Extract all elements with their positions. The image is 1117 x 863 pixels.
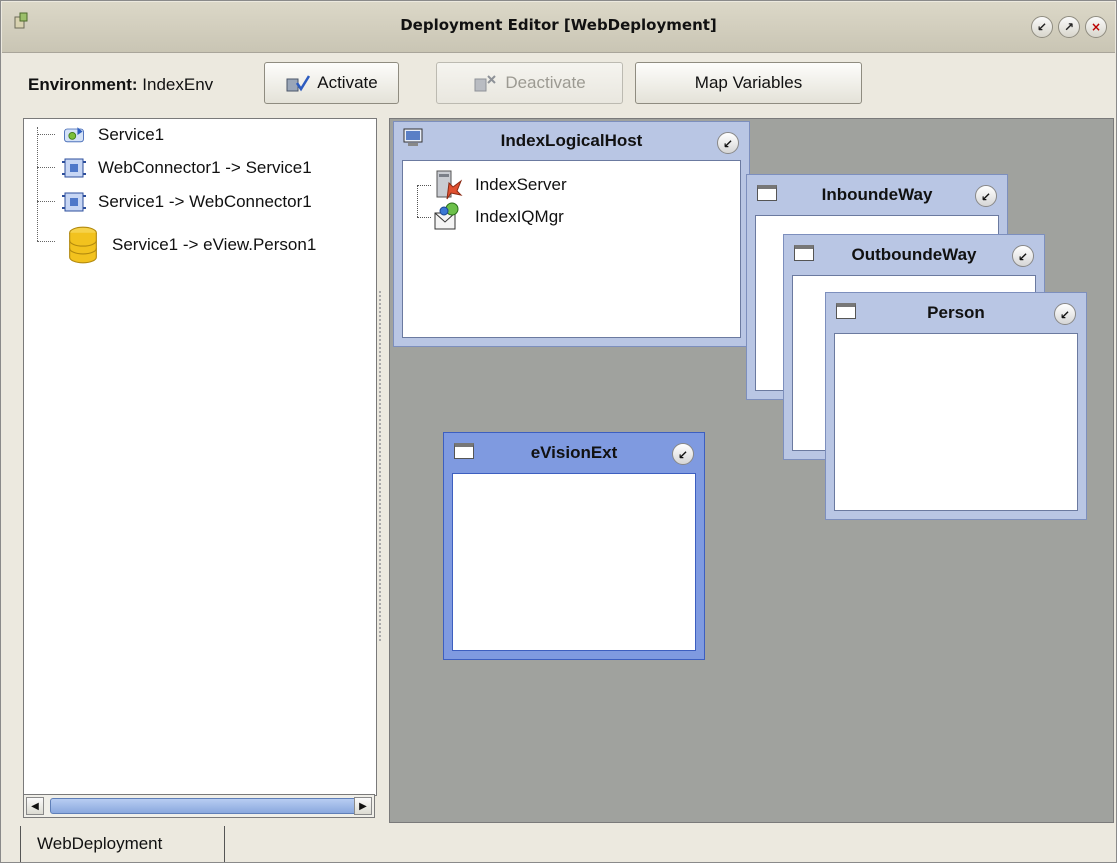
- environment-value: IndexEnv: [142, 75, 214, 94]
- server-icon: [436, 170, 463, 200]
- deployment-canvas[interactable]: IndexLogicalHost ↙ IndexServer IndexIQMg…: [389, 118, 1114, 823]
- frame-body[interactable]: IndexServer IndexIQMgr: [402, 160, 741, 338]
- frame-title: eVisionExt: [530, 443, 618, 462]
- minimize-frame-icon[interactable]: ↙: [1054, 303, 1076, 325]
- connector-icon: [62, 192, 86, 212]
- minimize-frame-icon[interactable]: ↙: [975, 185, 997, 207]
- tree-item[interactable]: Service1 -> WebConnector1: [60, 186, 312, 218]
- frame-header[interactable]: OutboundeWay ↙: [784, 235, 1044, 275]
- tree-item[interactable]: Service1 -> eView.Person1: [64, 225, 316, 265]
- evision-ext-frame[interactable]: eVisionExt ↙: [443, 432, 705, 660]
- maximize-window-button[interactable]: ↗: [1058, 16, 1080, 38]
- host-child-label: IndexServer: [475, 175, 567, 194]
- host-child-label: IndexIQMgr: [475, 207, 564, 226]
- person-frame[interactable]: Person ↙: [825, 292, 1087, 520]
- tab-webdeployment[interactable]: WebDeployment: [20, 826, 225, 862]
- minimize-frame-icon[interactable]: ↙: [717, 132, 739, 154]
- window-title: Deployment Editor [WebDeployment]: [400, 16, 717, 34]
- close-window-button[interactable]: ×: [1085, 16, 1107, 38]
- frame-body[interactable]: [452, 473, 696, 651]
- frame-title: OutboundeWay: [851, 245, 977, 264]
- tree-item-label: Service1: [98, 125, 165, 144]
- tree-branch: [37, 167, 55, 168]
- scroll-right-button[interactable]: ▶: [354, 797, 372, 815]
- frame-title: IndexLogicalHost: [500, 131, 643, 150]
- tree-branch: [417, 217, 431, 218]
- activate-button[interactable]: Activate: [264, 62, 399, 104]
- restore-window-button[interactable]: ↙: [1031, 16, 1053, 38]
- connector-icon: [62, 158, 86, 178]
- deactivate-button[interactable]: Deactivate: [436, 62, 623, 104]
- environment-label-text: Environment:: [28, 75, 138, 94]
- tree-branch: [417, 185, 431, 186]
- frame-header[interactable]: InboundeWay ↙: [747, 175, 1007, 215]
- map-variables-button[interactable]: Map Variables: [635, 62, 862, 104]
- tree-horizontal-scrollbar[interactable]: ◀ ▶: [23, 794, 375, 818]
- frame-title: Person: [927, 303, 985, 322]
- scrollbar-thumb[interactable]: [50, 798, 360, 814]
- tree-item[interactable]: WebConnector1 -> Service1: [60, 152, 312, 184]
- database-icon: [69, 226, 97, 264]
- minimize-frame-icon[interactable]: ↙: [672, 443, 694, 465]
- frame-header[interactable]: Person ↙: [826, 293, 1086, 333]
- frame-header[interactable]: IndexLogicalHost ↙: [394, 122, 749, 162]
- frame-header[interactable]: eVisionExt ↙: [444, 433, 704, 473]
- environment-label: Environment: IndexEnv: [28, 75, 213, 95]
- toolbar: Environment: IndexEnv Activate Deactivat…: [2, 53, 1115, 117]
- editor-tab-bar: WebDeployment: [2, 826, 1115, 862]
- scroll-left-button[interactable]: ◀: [26, 797, 44, 815]
- tree-branch: [37, 134, 55, 135]
- deployment-editor-window: Deployment Editor [WebDeployment] ↙ ↗ × …: [0, 0, 1117, 863]
- activate-label: Activate: [317, 73, 378, 92]
- host-child-item[interactable]: IndexServer: [431, 169, 567, 201]
- deactivate-icon: [474, 75, 497, 92]
- frame-body[interactable]: [834, 333, 1078, 511]
- deactivate-label: Deactivate: [505, 73, 586, 92]
- deployment-tree[interactable]: Service1 WebConnector1 -> Service1 Servi…: [23, 118, 377, 796]
- logical-host-frame[interactable]: IndexLogicalHost ↙ IndexServer IndexIQMg…: [393, 121, 750, 347]
- tree-item-label: Service1 -> WebConnector1: [98, 192, 312, 211]
- tree-item-label: WebConnector1 -> Service1: [98, 158, 312, 177]
- tree-connector-line: [37, 127, 38, 241]
- title-bar[interactable]: Deployment Editor [WebDeployment] ↙ ↗ ×: [2, 2, 1115, 53]
- activate-icon: [286, 75, 311, 92]
- panel-splitter[interactable]: [379, 291, 384, 641]
- frame-title: InboundeWay: [821, 185, 933, 204]
- tree-branch: [37, 241, 55, 242]
- tree-branch: [37, 201, 55, 202]
- service-icon: [64, 127, 84, 143]
- tree-connector-line: [417, 185, 418, 217]
- host-child-item[interactable]: IndexIQMgr: [431, 201, 564, 233]
- tree-item-label: Service1 -> eView.Person1: [112, 235, 317, 254]
- iqmanager-icon: [434, 202, 459, 230]
- tree-item[interactable]: Service1: [60, 119, 164, 151]
- minimize-frame-icon[interactable]: ↙: [1012, 245, 1034, 267]
